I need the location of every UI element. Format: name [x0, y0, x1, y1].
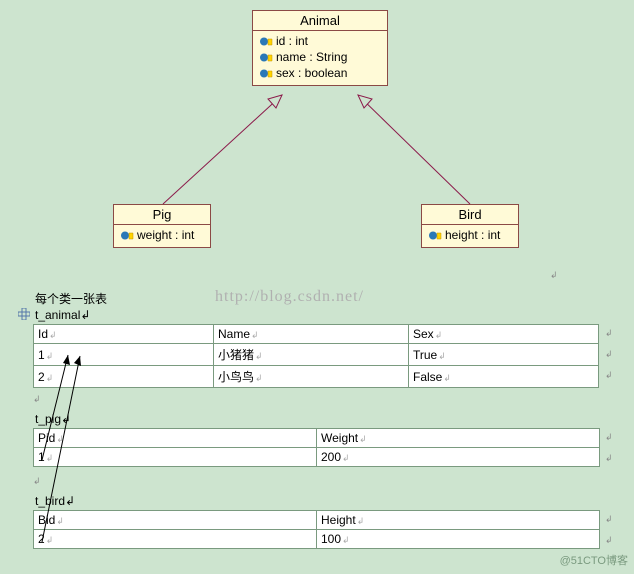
table-row: 2↲ 100↲ [34, 530, 600, 549]
attr: weight : int [114, 227, 210, 243]
table-bird: Bid↲ Height↲ 2↲ 100↲ [33, 510, 600, 549]
table-anchor-icon [18, 308, 30, 320]
paragraph-marker: ↲ [605, 370, 613, 381]
attribute-icon [259, 68, 273, 79]
cell: 1↲ [34, 344, 214, 366]
cell: 1↲ [34, 448, 317, 467]
cell: 小鸟鸟↲ [214, 366, 409, 388]
attr-text: height : int [445, 228, 500, 242]
class-title-bird: Bird [422, 205, 518, 225]
class-attrs-animal: id : int name : String sex : boolean [253, 31, 387, 85]
cell: True↲ [409, 344, 599, 366]
class-attrs-pig: weight : int [114, 225, 210, 247]
corner-watermark: @51CTO博客 [560, 552, 628, 568]
header-cell: Bid↲ [34, 511, 317, 530]
table-row: Bid↲ Height↲ [34, 511, 600, 530]
table-row: 1↲ 小猪猪↲ True↲ [34, 344, 599, 366]
cell: 2↲ [34, 366, 214, 388]
header-cell: Height↲ [317, 511, 600, 530]
paragraph-marker: ↲ [605, 453, 613, 464]
attribute-icon [428, 230, 442, 241]
header-cell: Pid↲ [34, 429, 317, 448]
attribute-icon [259, 52, 273, 63]
cell: 2↲ [34, 530, 317, 549]
table-caption-animal: t_animal↲ [35, 308, 90, 322]
foreign-key-arrows [0, 0, 634, 574]
attr-text: sex : boolean [276, 66, 347, 80]
paragraph-marker: ↲ [33, 476, 41, 487]
attr: height : int [422, 227, 518, 243]
attribute-icon [259, 36, 273, 47]
cell: False↲ [409, 366, 599, 388]
table-animal: Id↲ Name↲ Sex↲ 1↲ 小猪猪↲ True↲ 2↲ 小鸟鸟↲ Fal… [33, 324, 599, 388]
class-attrs-bird: height : int [422, 225, 518, 247]
class-box-bird: Bird height : int [421, 204, 519, 248]
class-box-pig: Pig weight : int [113, 204, 211, 248]
table-row: 1↲ 200↲ [34, 448, 600, 467]
paragraph-marker: ↲ [605, 328, 613, 339]
header-cell: Weight↲ [317, 429, 600, 448]
paragraph-marker: ↲ [33, 394, 41, 405]
watermark-text: http://blog.csdn.net/ [215, 288, 364, 306]
attribute-icon [120, 230, 134, 241]
attr-text: weight : int [137, 228, 194, 242]
cell: 200↲ [317, 448, 600, 467]
table-row: Id↲ Name↲ Sex↲ [34, 325, 599, 344]
paragraph-marker: ↲ [550, 270, 558, 281]
table-row: Pid↲ Weight↲ [34, 429, 600, 448]
attr: name : String [253, 49, 387, 65]
attr: sex : boolean [253, 65, 387, 81]
header-cell: Sex↲ [409, 325, 599, 344]
table-caption-pig: t_pig↲ [35, 412, 71, 426]
attr: id : int [253, 33, 387, 49]
paragraph-marker: ↲ [605, 514, 613, 525]
diagram-canvas: Animal id : int name : String sex : bool… [0, 0, 634, 574]
cell: 100↲ [317, 530, 600, 549]
paragraph-marker: ↲ [605, 535, 613, 546]
class-title-animal: Animal [253, 11, 387, 31]
attr-text: name : String [276, 50, 347, 64]
header-cell: Name↲ [214, 325, 409, 344]
table-row: 2↲ 小鸟鸟↲ False↲ [34, 366, 599, 388]
table-pig: Pid↲ Weight↲ 1↲ 200↲ [33, 428, 600, 467]
class-title-pig: Pig [114, 205, 210, 225]
section-label: 每个类一张表 [35, 290, 107, 307]
class-box-animal: Animal id : int name : String sex : bool… [252, 10, 388, 86]
cell: 小猪猪↲ [214, 344, 409, 366]
attr-text: id : int [276, 34, 308, 48]
paragraph-marker: ↲ [605, 349, 613, 360]
header-cell: Id↲ [34, 325, 214, 344]
paragraph-marker: ↲ [605, 432, 613, 443]
table-caption-bird: t_bird↲ [35, 494, 75, 508]
